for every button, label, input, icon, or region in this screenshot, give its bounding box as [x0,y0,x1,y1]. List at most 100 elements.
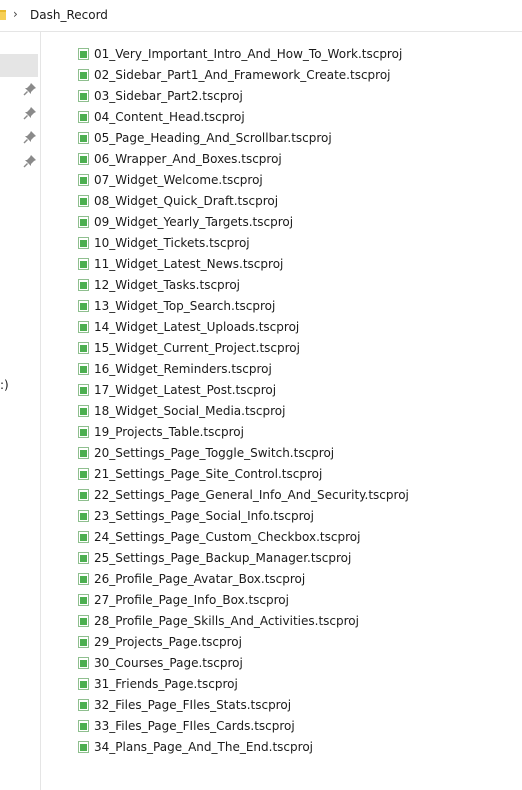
file-name: 10_Widget_Tickets.tscproj [94,235,250,250]
file-row[interactable]: 12_Widget_Tasks.tscproj [78,274,409,295]
file-name: 21_Settings_Page_Site_Control.tscproj [94,466,323,481]
file-row[interactable]: 11_Widget_Latest_News.tscproj [78,253,409,274]
tscproj-file-icon [78,425,89,438]
file-name: 29_Projects_Page.tscproj [94,634,242,649]
file-name: 14_Widget_Latest_Uploads.tscproj [94,319,300,334]
file-row[interactable]: 32_Files_Page_FIles_Stats.tscproj [78,694,409,715]
tscproj-file-icon [78,47,89,60]
address-bar[interactable]: › Dash_Record [0,0,522,32]
file-row[interactable]: 05_Page_Heading_And_Scrollbar.tscproj [78,127,409,148]
file-name: 30_Courses_Page.tscproj [94,655,243,670]
file-row[interactable]: 33_Files_Page_FIles_Cards.tscproj [78,715,409,736]
tscproj-file-icon [78,299,89,312]
file-row[interactable]: 26_Profile_Page_Avatar_Box.tscproj [78,568,409,589]
file-name: 19_Projects_Table.tscproj [94,424,244,439]
file-row[interactable]: 17_Widget_Latest_Post.tscproj [78,379,409,400]
tscproj-file-icon [78,131,89,144]
file-name: 28_Profile_Page_Skills_And_Activities.ts… [94,613,359,628]
file-row[interactable]: 29_Projects_Page.tscproj [78,631,409,652]
tscproj-file-icon [78,719,89,732]
file-list: 01_Very_Important_Intro_And_How_To_Work.… [78,43,409,757]
file-name: 20_Settings_Page_Toggle_Switch.tscproj [94,445,335,460]
tscproj-file-icon [78,215,89,228]
file-row[interactable]: 10_Widget_Tickets.tscproj [78,232,409,253]
tscproj-file-icon [78,635,89,648]
file-row[interactable]: 01_Very_Important_Intro_And_How_To_Work.… [78,43,409,64]
file-name: 08_Widget_Quick_Draft.tscproj [94,193,279,208]
folder-icon [0,10,6,20]
tscproj-file-icon [78,656,89,669]
file-row[interactable]: 25_Settings_Page_Backup_Manager.tscproj [78,547,409,568]
file-row[interactable]: 20_Settings_Page_Toggle_Switch.tscproj [78,442,409,463]
file-name: 02_Sidebar_Part1_And_Framework_Create.ts… [94,67,391,82]
pin-icon[interactable] [23,82,37,96]
file-name: 04_Content_Head.tscproj [94,109,245,124]
file-row[interactable]: 27_Profile_Page_Info_Box.tscproj [78,589,409,610]
file-row[interactable]: 18_Widget_Social_Media.tscproj [78,400,409,421]
file-name: 11_Widget_Latest_News.tscproj [94,256,284,271]
file-row[interactable]: 22_Settings_Page_General_Info_And_Securi… [78,484,409,505]
file-name: 25_Settings_Page_Backup_Manager.tscproj [94,550,352,565]
file-row[interactable]: 24_Settings_Page_Custom_Checkbox.tscproj [78,526,409,547]
tscproj-file-icon [78,551,89,564]
file-name: 18_Widget_Social_Media.tscproj [94,403,286,418]
file-row[interactable]: 03_Sidebar_Part2.tscproj [78,85,409,106]
nav-drive-label-partial[interactable]: :) [0,378,9,392]
file-name: 31_Friends_Page.tscproj [94,676,238,691]
breadcrumb-dash-record[interactable]: Dash_Record [30,8,108,22]
file-row[interactable]: 16_Widget_Reminders.tscproj [78,358,409,379]
tscproj-file-icon [78,740,89,753]
tscproj-file-icon [78,467,89,480]
file-name: 06_Wrapper_And_Boxes.tscproj [94,151,282,166]
file-row[interactable]: 31_Friends_Page.tscproj [78,673,409,694]
file-name: 03_Sidebar_Part2.tscproj [94,88,243,103]
tscproj-file-icon [78,194,89,207]
file-name: 15_Widget_Current_Project.tscproj [94,340,300,355]
tscproj-file-icon [78,593,89,606]
file-name: 13_Widget_Top_Search.tscproj [94,298,276,313]
tscproj-file-icon [78,530,89,543]
tscproj-file-icon [78,446,89,459]
tscproj-file-icon [78,278,89,291]
pin-icon[interactable] [23,130,37,144]
file-name: 24_Settings_Page_Custom_Checkbox.tscproj [94,529,361,544]
chevron-right-icon[interactable]: › [13,7,18,21]
file-row[interactable]: 09_Widget_Yearly_Targets.tscproj [78,211,409,232]
file-row[interactable]: 14_Widget_Latest_Uploads.tscproj [78,316,409,337]
file-row[interactable]: 19_Projects_Table.tscproj [78,421,409,442]
tscproj-file-icon [78,110,89,123]
tscproj-file-icon [78,362,89,375]
file-name: 07_Widget_Welcome.tscproj [94,172,263,187]
tscproj-file-icon [78,173,89,186]
file-row[interactable]: 06_Wrapper_And_Boxes.tscproj [78,148,409,169]
tscproj-file-icon [78,614,89,627]
tscproj-file-icon [78,677,89,690]
pin-icon[interactable] [23,106,37,120]
file-row[interactable]: 04_Content_Head.tscproj [78,106,409,127]
file-name: 34_Plans_Page_And_The_End.tscproj [94,739,313,754]
file-row[interactable]: 08_Widget_Quick_Draft.tscproj [78,190,409,211]
tscproj-file-icon [78,320,89,333]
file-row[interactable]: 02_Sidebar_Part1_And_Framework_Create.ts… [78,64,409,85]
file-name: 33_Files_Page_FIles_Cards.tscproj [94,718,295,733]
file-row[interactable]: 23_Settings_Page_Social_Info.tscproj [78,505,409,526]
navigation-pane[interactable]: :) [0,32,41,790]
file-row[interactable]: 28_Profile_Page_Skills_And_Activities.ts… [78,610,409,631]
tscproj-file-icon [78,509,89,522]
tscproj-file-icon [78,488,89,501]
file-row[interactable]: 07_Widget_Welcome.tscproj [78,169,409,190]
file-name: 26_Profile_Page_Avatar_Box.tscproj [94,571,306,586]
nav-selected-item[interactable] [0,54,38,77]
file-row[interactable]: 13_Widget_Top_Search.tscproj [78,295,409,316]
file-name: 22_Settings_Page_General_Info_And_Securi… [94,487,409,502]
file-name: 17_Widget_Latest_Post.tscproj [94,382,277,397]
file-row[interactable]: 15_Widget_Current_Project.tscproj [78,337,409,358]
tscproj-file-icon [78,152,89,165]
tscproj-file-icon [78,698,89,711]
tscproj-file-icon [78,383,89,396]
tscproj-file-icon [78,68,89,81]
file-row[interactable]: 21_Settings_Page_Site_Control.tscproj [78,463,409,484]
pin-icon[interactable] [23,154,37,168]
file-row[interactable]: 30_Courses_Page.tscproj [78,652,409,673]
file-row[interactable]: 34_Plans_Page_And_The_End.tscproj [78,736,409,757]
